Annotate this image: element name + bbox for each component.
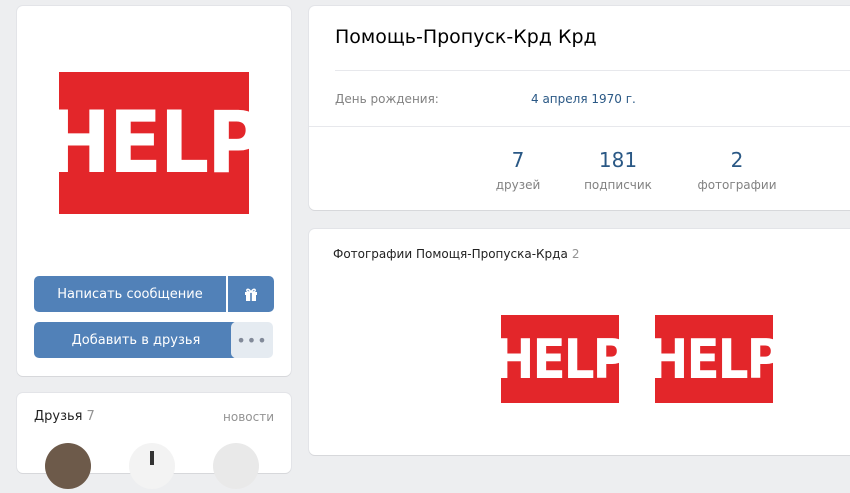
profile-info-card: Помощь-Пропуск-Крд Крд День рождения: 4 … [309,6,850,210]
divider [309,126,850,127]
stat-label: фотографии [697,178,777,192]
person-silhouette-icon [150,451,154,465]
page-title: Помощь-Пропуск-Крд Крд [335,26,597,48]
stat-value: 7 [511,148,525,172]
friend-avatar[interactable] [213,443,259,489]
more-button[interactable]: ••• [231,322,273,358]
profile-card: HELP Написать сообщение Добавить в друзь… [17,6,291,376]
friends-card: Друзья 7 новости [17,393,291,489]
friends-header[interactable]: Друзья 7 [34,409,95,424]
photos-count: 2 [571,247,580,261]
stat-label: подписчик [584,178,652,192]
stat-followers[interactable]: 181 подписчик [568,148,668,192]
stat-value: 181 [598,148,638,172]
friends-news-link[interactable]: новости [223,410,274,424]
friend-avatar[interactable] [129,443,175,489]
photos-card: Фотографии Помощя-Пропуска-Крда 2 HELP HE… [309,229,850,455]
stat-label: друзей [495,178,541,192]
stat-photos[interactable]: 2 фотографии [687,148,787,192]
add-friend-button[interactable]: Добавить в друзья [34,322,238,358]
photo-thumbnail[interactable]: HELP [648,315,782,403]
gift-button[interactable] [228,276,274,312]
photos-title[interactable]: Фотографии Помощя-Пропуска-Крда [333,247,568,261]
photo-thumbnail[interactable]: HELP [494,315,628,403]
photos-header[interactable]: Фотографии Помощя-Пропуска-Крда 2 [333,247,579,261]
stat-friends[interactable]: 7 друзей [468,148,568,192]
divider [335,70,850,71]
avatar[interactable]: HELP [46,72,264,214]
friends-count: 7 [86,409,95,424]
gift-icon [245,288,257,301]
stat-value: 2 [730,148,744,172]
friend-avatar[interactable] [45,443,91,489]
friends-title[interactable]: Друзья [34,409,83,424]
birthday-value[interactable]: 4 апреля 1970 г. [531,92,636,106]
birthday-label: День рождения: [335,92,439,106]
send-message-button[interactable]: Написать сообщение [34,276,226,312]
